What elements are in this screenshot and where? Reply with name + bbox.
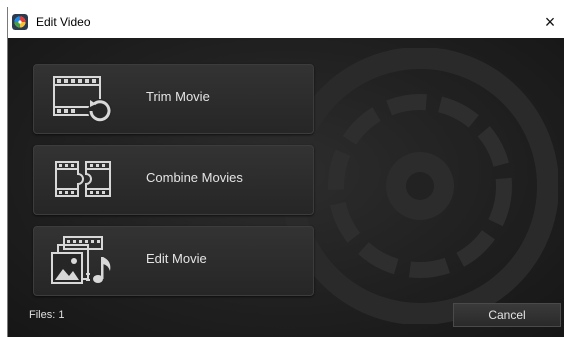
edit-movie-button[interactable]: Edit Movie [33,226,314,296]
window-title: Edit Video [36,15,91,29]
trim-movie-label: Trim Movie [146,89,210,104]
title-bar: Edit Video × [8,7,564,38]
dialog-content: Trim Movie Combine Movies Edit Movie Fil… [8,38,564,337]
combine-movies-icon [55,161,111,197]
edit-movie-icon [51,236,111,284]
edit-video-dialog: Edit Video × Trim Movie Combine Movies E… [7,7,564,337]
app-icon [12,14,28,30]
edit-movie-label: Edit Movie [146,251,207,266]
close-button[interactable]: × [535,7,564,38]
combine-movies-button[interactable]: Combine Movies [33,145,314,215]
close-icon: × [544,12,556,32]
trim-movie-icon [53,76,112,123]
cancel-button[interactable]: Cancel [453,303,561,327]
trim-movie-button[interactable]: Trim Movie [33,64,314,134]
files-count: Files: 1 [29,309,65,321]
combine-movies-label: Combine Movies [146,170,243,185]
film-reel-background-icon [282,48,558,324]
